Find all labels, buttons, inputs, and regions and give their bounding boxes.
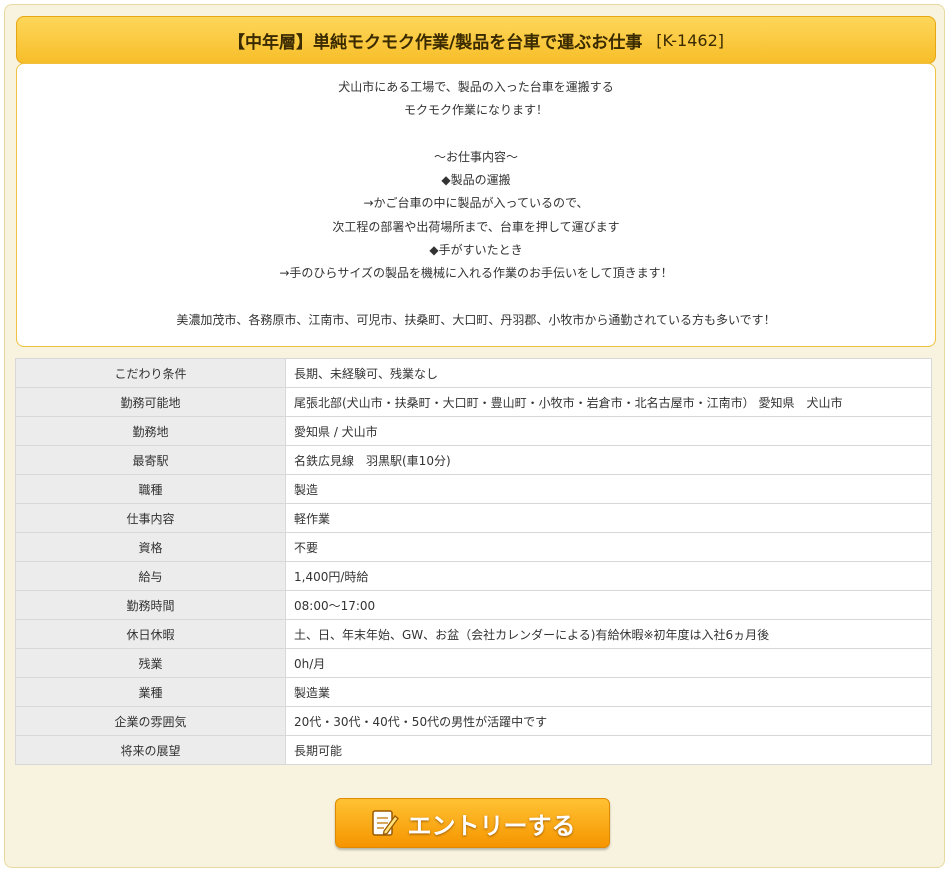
description-line: ◆手がすいたとき [429, 243, 523, 258]
description-line: →かご台車の中に製品が入っているので、 [363, 196, 589, 211]
detail-label: 給与 [15, 561, 286, 591]
job-description: 犬山市にある工場で、製品の入った台車を運搬する モクモク作業になります！ ～お仕… [16, 63, 936, 347]
detail-value: 名鉄広見線 羽黒駅(車10分) [285, 445, 932, 475]
description-line: ◆製品の運搬 [441, 173, 511, 188]
detail-label: 最寄駅 [15, 445, 286, 475]
job-code: [K-1462] [656, 30, 724, 50]
table-row: 勤務時間 08:00～17:00 [15, 590, 932, 620]
detail-label: 企業の雰囲気 [15, 706, 286, 736]
detail-value: 1,400円/時給 [285, 561, 932, 591]
description-line: モクモク作業になります！ [403, 103, 548, 118]
table-row: 企業の雰囲気 20代・30代・40代・50代の男性が活躍中です [15, 706, 932, 736]
description-line: →手のひらサイズの製品を機械に入れる作業のお手伝いをして頂きます！ [279, 266, 673, 281]
table-row: 仕事内容 軽作業 [15, 503, 932, 533]
table-row: 給与 1,400円/時給 [15, 561, 932, 591]
detail-value: 尾張北部(犬山市・扶桑町・大口町・豊山町・小牧市・岩倉市・北名古屋市・江南市） … [285, 387, 932, 417]
table-row: 資格 不要 [15, 532, 932, 562]
entry-button-label: エントリーする [407, 811, 576, 840]
detail-value: 長期、未経験可、残業なし [285, 358, 932, 388]
table-row: 休日休暇 土、日、年末年始、GW、お盆（会社カレンダーによる)有給休暇※初年度は入… [15, 619, 932, 649]
description-line [17, 286, 935, 309]
detail-label: 残業 [15, 648, 286, 678]
job-details-table: こだわり条件 長期、未経験可、残業なし 勤務可能地 尾張北部(犬山市・扶桑町・大口町… [15, 358, 932, 765]
detail-value: 08:00～17:00 [285, 590, 932, 620]
detail-label: 職種 [15, 474, 286, 504]
entry-button[interactable]: エントリーする [335, 798, 610, 848]
table-row: 勤務地 愛知県 / 犬山市 [15, 416, 932, 446]
detail-value: 土、日、年末年始、GW、お盆（会社カレンダーによる)有給休暇※初年度は入社6ヵ月… [285, 619, 932, 649]
table-row: 職種 製造 [15, 474, 932, 504]
detail-value: 愛知県 / 犬山市 [285, 416, 932, 446]
detail-value: 不要 [285, 532, 932, 562]
detail-label: 仕事内容 [15, 503, 286, 533]
detail-value: 製造 [285, 474, 932, 504]
detail-label: 勤務時間 [15, 590, 286, 620]
detail-label: 将来の展望 [15, 735, 286, 765]
detail-value: 20代・30代・40代・50代の男性が活躍中です [285, 706, 932, 736]
table-row: 残業 0h/月 [15, 648, 932, 678]
description-line: ～お仕事内容～ [433, 149, 518, 164]
detail-label: こだわり条件 [15, 358, 286, 388]
detail-label: 勤務可能地 [15, 387, 286, 417]
detail-label: 業種 [15, 677, 286, 707]
table-row: 業種 製造業 [15, 677, 932, 707]
detail-label: 勤務地 [15, 416, 286, 446]
table-row: 勤務可能地 尾張北部(犬山市・扶桑町・大口町・豊山町・小牧市・岩倉市・北名古屋市・… [15, 387, 932, 417]
detail-label: 資格 [15, 532, 286, 562]
detail-value: 製造業 [285, 677, 932, 707]
job-title: 【中年層】単純モクモク作業/製品を台車で運ぶお仕事 [227, 32, 643, 53]
description-line [17, 123, 935, 146]
table-row: こだわり条件 長期、未経験可、残業なし [15, 358, 932, 388]
table-row: 将来の展望 長期可能 [15, 735, 932, 765]
detail-value: 長期可能 [285, 735, 932, 765]
description-line: 美濃加茂市、各務原市、江南市、可児市、扶桑町、大口町、丹羽郡、小牧市から通勤され… [176, 312, 776, 327]
detail-value: 軽作業 [285, 503, 932, 533]
description-line: 犬山市にある工場で、製品の入った台車を運搬する [338, 80, 614, 94]
description-line: 次工程の部署や出荷場所まで、台車を押して運びます [332, 219, 620, 234]
job-title-bar: 【中年層】単純モクモク作業/製品を台車で運ぶお仕事 [K-1462] [16, 16, 936, 64]
detail-label: 休日休暇 [15, 619, 286, 649]
table-row: 最寄駅 名鉄広見線 羽黒駅(車10分) [15, 445, 932, 475]
note-pencil-icon [370, 807, 400, 839]
detail-value: 0h/月 [285, 648, 932, 678]
